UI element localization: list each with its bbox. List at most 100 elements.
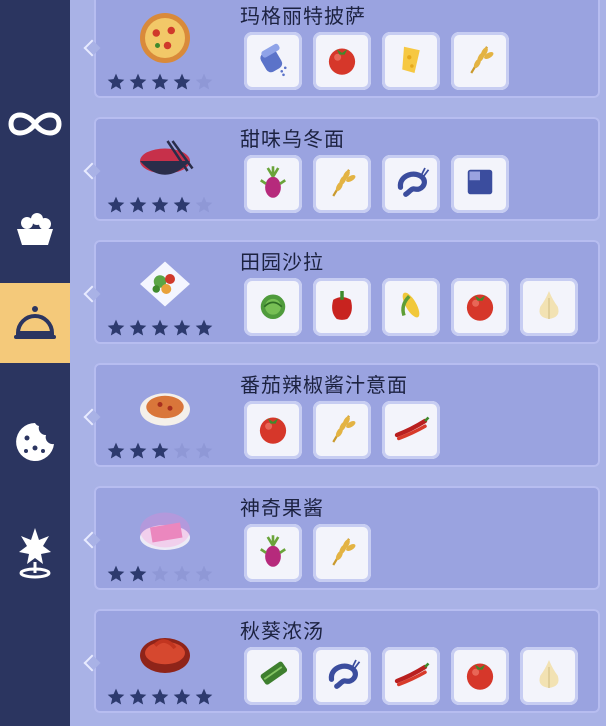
star-rating <box>106 72 214 96</box>
star-filled-icon <box>172 687 192 711</box>
star-filled-icon <box>106 441 126 465</box>
recipe-title: 神奇果酱 <box>240 496 324 520</box>
ingredient-list <box>244 401 440 459</box>
udon-bowl-icon <box>124 131 206 191</box>
ingredient-slot[interactable] <box>313 278 371 336</box>
corn-icon <box>390 284 432 330</box>
wheat-icon <box>459 38 501 84</box>
star-empty-icon <box>194 195 214 219</box>
pasta-icon <box>124 377 206 437</box>
sidebar-item-snacks[interactable] <box>0 190 70 270</box>
recipe-title: 田园沙拉 <box>240 250 324 274</box>
sidebar-item-all[interactable] <box>0 84 70 164</box>
bowl-icon <box>17 213 53 245</box>
ingredient-slot[interactable] <box>451 647 509 705</box>
star-rating <box>106 195 214 219</box>
bell-pepper-icon <box>321 284 363 330</box>
shrimp-icon <box>390 161 432 207</box>
tomato-icon <box>459 284 501 330</box>
star-filled-icon <box>194 318 214 342</box>
ingredient-slot[interactable] <box>313 155 371 213</box>
star-filled-icon <box>106 318 126 342</box>
recipe-title: 番茄辣椒酱汁意面 <box>240 373 408 397</box>
ingredient-slot[interactable] <box>520 278 578 336</box>
sidebar-item-dishes[interactable] <box>0 283 70 363</box>
category-sidebar <box>0 0 70 726</box>
gumbo-icon <box>124 623 206 683</box>
star-filled-icon <box>128 441 148 465</box>
ingredient-slot[interactable] <box>313 32 371 90</box>
star-empty-icon <box>194 441 214 465</box>
star-empty-icon <box>194 72 214 96</box>
recipe-card[interactable]: 甜味乌冬面 <box>94 117 600 221</box>
ingredient-slot[interactable] <box>382 155 440 213</box>
star-rating <box>106 318 214 342</box>
wheat-icon <box>321 530 363 576</box>
ingredient-slot[interactable] <box>244 32 302 90</box>
lettuce-icon <box>252 284 294 330</box>
chili-icon <box>390 653 432 699</box>
recipe-title: 秋葵浓汤 <box>240 619 324 643</box>
ingredient-slot[interactable] <box>244 155 302 213</box>
ingredient-slot[interactable] <box>244 401 302 459</box>
ingredient-slot[interactable] <box>313 401 371 459</box>
star-filled-icon <box>172 72 192 96</box>
wheat-icon <box>321 161 363 207</box>
ingredient-list <box>244 524 371 582</box>
jam-icon <box>124 500 206 560</box>
salt-shaker-icon <box>252 38 294 84</box>
recipe-title: 甜味乌冬面 <box>240 127 345 151</box>
cookie-icon <box>16 423 54 461</box>
garlic-icon <box>528 653 570 699</box>
infinity-icon <box>8 112 62 136</box>
star-filled-icon <box>150 195 170 219</box>
star-filled-icon <box>106 564 126 588</box>
star-filled-icon <box>128 564 148 588</box>
recipe-card[interactable]: 田园沙拉 <box>94 240 600 344</box>
star-empty-icon <box>150 564 170 588</box>
recipe-card[interactable]: 玛格丽特披萨 <box>94 0 600 98</box>
ingredient-slot[interactable] <box>382 401 440 459</box>
ingredient-slot[interactable] <box>244 647 302 705</box>
ingredient-slot[interactable] <box>520 647 578 705</box>
star-filled-icon <box>150 72 170 96</box>
sidebar-item-desserts[interactable] <box>0 402 70 482</box>
ingredient-list <box>244 278 578 336</box>
recipe-list: 玛格丽特披萨甜味乌冬面田园沙拉番茄辣椒酱汁意面 神奇果酱秋葵浓汤 <box>70 0 606 726</box>
cloche-icon <box>14 306 56 339</box>
ingredient-slot[interactable] <box>382 647 440 705</box>
ingredient-slot[interactable] <box>244 278 302 336</box>
ingredient-slot[interactable] <box>451 278 509 336</box>
ingredient-slot[interactable] <box>451 155 509 213</box>
star-filled-icon <box>150 318 170 342</box>
sparkle-pin-icon <box>19 528 51 579</box>
cheese-icon <box>390 38 432 84</box>
star-filled-icon <box>172 195 192 219</box>
star-empty-icon <box>172 564 192 588</box>
star-filled-icon <box>106 195 126 219</box>
dragonfruit-icon <box>252 161 294 207</box>
star-filled-icon <box>172 318 192 342</box>
ingredient-slot[interactable] <box>313 647 371 705</box>
salad-icon <box>124 254 206 314</box>
star-filled-icon <box>128 687 148 711</box>
ingredient-slot[interactable] <box>382 278 440 336</box>
star-filled-icon <box>106 687 126 711</box>
ingredient-slot[interactable] <box>451 32 509 90</box>
recipe-card[interactable]: 番茄辣椒酱汁意面 <box>94 363 600 467</box>
garlic-icon <box>528 284 570 330</box>
recipe-card[interactable]: 秋葵浓汤 <box>94 609 600 713</box>
tomato-icon <box>252 407 294 453</box>
sidebar-item-special[interactable] <box>0 512 70 592</box>
ingredient-slot[interactable] <box>382 32 440 90</box>
recipe-card[interactable]: 神奇果酱 <box>94 486 600 590</box>
ingredient-list <box>244 155 509 213</box>
okra-icon <box>252 653 294 699</box>
ingredient-slot[interactable] <box>313 524 371 582</box>
unknown-ingredient-icon <box>459 161 501 207</box>
tomato-icon <box>459 653 501 699</box>
star-empty-icon <box>172 441 192 465</box>
pizza-icon <box>124 8 206 68</box>
ingredient-slot[interactable] <box>244 524 302 582</box>
star-empty-icon <box>194 564 214 588</box>
